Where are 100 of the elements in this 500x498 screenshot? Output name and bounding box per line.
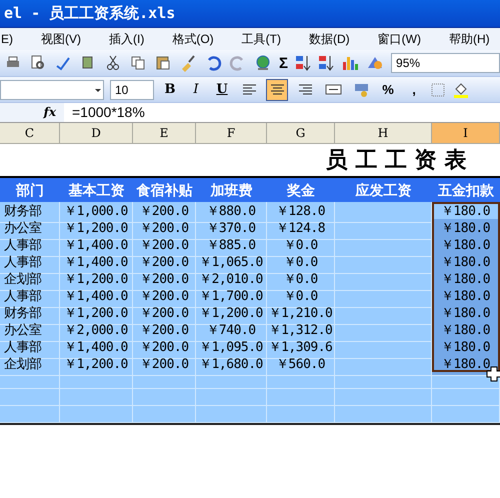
empty-cell <box>133 406 196 423</box>
table-cell: ￥200.0 <box>133 355 196 376</box>
table-cell: ￥128.0 <box>267 202 335 222</box>
table-cell: 人事部 <box>0 338 60 358</box>
column-heading: 奖金 <box>286 180 316 200</box>
formula-field[interactable]: =1000*18% <box>64 102 145 123</box>
table-cell: ￥0.0 <box>267 253 335 274</box>
menu-item[interactable]: 数据(D) <box>308 30 351 48</box>
table-cell: ￥124.8 <box>267 219 335 240</box>
column-heading: 食宿补贴 <box>135 180 194 200</box>
table-cell: ￥1,095.0 <box>196 338 267 358</box>
table-cell: ￥740.0 <box>196 321 267 342</box>
table-cell: ￥1,000.0 <box>60 202 133 222</box>
zoom-field[interactable]: 95% <box>391 53 500 73</box>
table-cell: 企划部 <box>0 270 60 290</box>
font-name-field[interactable] <box>0 80 104 100</box>
table-cell: ￥1,200.0 <box>196 304 267 324</box>
column-header[interactable]: C <box>0 123 60 144</box>
table-cell: ￥200.0 <box>133 321 196 342</box>
window-title: el - 员工工资系统.xls <box>4 3 176 24</box>
table-cell: ￥1,200.0 <box>60 304 133 324</box>
sum-button[interactable]: Σ <box>279 56 288 70</box>
table-cell: 办公室 <box>0 321 60 342</box>
sort-ascending-icon[interactable] <box>295 54 312 72</box>
column-heading: 基本工资 <box>68 180 126 200</box>
empty-cell <box>267 406 335 423</box>
empty-cell <box>196 406 267 423</box>
clipboard-icon[interactable] <box>154 54 172 72</box>
table-cell: ￥200.0 <box>133 202 196 222</box>
align-center-icon[interactable] <box>266 78 288 100</box>
table-cell: ￥1,400.0 <box>60 287 133 308</box>
font-size-field[interactable]: 10 <box>110 80 154 100</box>
table-cell: ￥1,400.0 <box>60 338 133 358</box>
menu-item[interactable]: 窗口(W) <box>376 30 422 48</box>
column-heading: 五金扣款 <box>437 180 495 200</box>
table-cell: ￥1,200.0 <box>60 270 133 290</box>
table-cell: 财务部 <box>0 304 60 324</box>
borders-icon[interactable] <box>430 82 446 98</box>
column-header[interactable]: D <box>60 123 133 144</box>
table-cell: ￥0.0 <box>267 287 335 308</box>
bar-chart-icon[interactable] <box>341 54 360 72</box>
table-cell: 企划部 <box>0 355 60 376</box>
format-button[interactable]: U <box>212 80 232 100</box>
table-cell: ￥200.0 <box>133 219 196 240</box>
column-header[interactable]: E <box>133 123 196 144</box>
sheet-title: 员 工 工 资 表 <box>326 146 466 175</box>
globe-icon[interactable] <box>254 54 272 72</box>
table-cell: 财务部 <box>0 202 60 222</box>
empty-cell <box>267 389 335 406</box>
table-cell: 人事部 <box>0 287 60 308</box>
sort-descending-icon[interactable] <box>318 54 334 72</box>
column-heading: 加班费 <box>209 180 254 200</box>
table-cell: ￥880.0 <box>196 202 267 222</box>
table-cell: ￥1,700.0 <box>196 287 267 308</box>
table-cell: ￥560.0 <box>267 355 335 376</box>
table-cell: ￥1,210.0 <box>267 304 335 324</box>
format-button[interactable]: I <box>186 80 206 100</box>
table-cell: ￥200.0 <box>133 253 196 274</box>
menu-item[interactable]: 格式(O) <box>171 30 215 48</box>
magnifier-icon[interactable] <box>29 54 47 72</box>
column-header[interactable]: G <box>267 123 335 144</box>
table-cell: 办公室 <box>0 219 60 240</box>
copy-icon[interactable] <box>129 54 147 72</box>
scissors-icon[interactable] <box>104 54 122 72</box>
table-cell: ￥200.0 <box>133 338 196 358</box>
table-cell: ￥885.0 <box>196 236 267 256</box>
fill-color-icon[interactable] <box>452 80 470 98</box>
table-cell: ￥2,010.0 <box>196 270 267 290</box>
table-cell: ￥370.0 <box>196 219 267 240</box>
empty-cell <box>432 406 500 423</box>
menu-item[interactable]: 插入(I) <box>108 30 146 48</box>
menu-item[interactable]: E) <box>0 30 14 48</box>
table-cell: ￥0.0 <box>267 270 335 290</box>
table-cell: ￥200.0 <box>133 236 196 256</box>
table-cell: ￥200.0 <box>133 304 196 324</box>
menu-item[interactable]: 工具(T) <box>240 30 282 48</box>
menu-item[interactable]: 帮助(H) <box>448 30 491 48</box>
column-heading: 应发工资 <box>354 180 412 200</box>
empty-cell <box>432 389 500 406</box>
format-button[interactable]: B <box>160 80 180 100</box>
table-cell: ￥1,680.0 <box>196 355 267 376</box>
empty-cell <box>133 389 196 406</box>
column-heading: 部门 <box>14 180 45 200</box>
empty-cell <box>196 389 267 406</box>
table-cell: 人事部 <box>0 236 60 256</box>
function-button[interactable]: fx <box>0 103 64 122</box>
table-cell: ￥1,309.6 <box>267 338 335 358</box>
table-cell: ￥0.0 <box>267 236 335 256</box>
table-cell: ￥1,200.0 <box>60 355 133 376</box>
table-cell: ￥2,000.0 <box>60 321 133 342</box>
table-cell: ￥1,200.0 <box>60 219 133 240</box>
table-cell: ￥1,065.0 <box>196 253 267 274</box>
column-header[interactable]: F <box>196 123 267 144</box>
menu-item[interactable]: 视图(V) <box>40 30 82 48</box>
empty-cell <box>0 389 60 406</box>
column-header[interactable]: I <box>432 123 500 144</box>
table-cell: ￥200.0 <box>133 287 196 308</box>
format-button[interactable]: , <box>404 80 424 100</box>
column-header[interactable]: H <box>335 123 432 144</box>
format-button[interactable]: % <box>378 80 398 100</box>
